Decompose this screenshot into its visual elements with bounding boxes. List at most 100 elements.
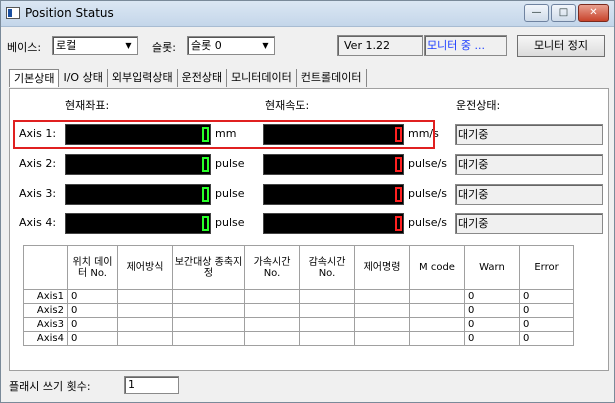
speed-display: [263, 154, 404, 175]
base-select-value: 로컬: [56, 39, 77, 52]
tab-basic-status[interactable]: 기본상태: [9, 69, 60, 87]
column-header: Warn: [464, 245, 520, 290]
monitor-status: 모니터 중 ...: [424, 35, 507, 56]
axis-label: Axis 3:: [19, 187, 57, 200]
column-header: M code: [409, 245, 465, 290]
row-header: Axis4: [23, 331, 68, 346]
position-display: [65, 213, 211, 234]
tab-external-input[interactable]: 외부입력상태: [108, 69, 178, 87]
table-row[interactable]: Axis3 0 0 0: [23, 317, 574, 332]
table-cell: 0: [464, 317, 520, 332]
table-cell: 0: [519, 289, 574, 304]
speed-unit: pulse/s: [408, 216, 447, 229]
close-button[interactable]: ✕: [578, 4, 609, 22]
tab-run-status[interactable]: 운전상태: [178, 69, 228, 87]
position-display: [65, 154, 211, 175]
table-cell: [409, 303, 465, 318]
table-cell: [117, 317, 173, 332]
window-title: Position Status: [25, 6, 114, 20]
table-row[interactable]: Axis1 0 0 0: [23, 289, 574, 304]
row-header: Axis2: [23, 303, 68, 318]
digit-glyph: [395, 187, 402, 202]
speed-header: 현재속도:: [265, 99, 310, 112]
digit-glyph: [395, 157, 402, 172]
run-state-field: 대기중: [455, 154, 603, 175]
position-display: [65, 184, 211, 205]
table-cell: [117, 303, 173, 318]
run-state-header: 운전상태:: [456, 99, 501, 112]
table-cell: [172, 317, 245, 332]
table-cell: [244, 331, 300, 346]
table-cell: [117, 289, 173, 304]
maximize-button[interactable]: □: [551, 4, 576, 22]
column-header: Error: [519, 245, 574, 290]
app-icon: [6, 7, 20, 19]
column-header: 감속시간 No.: [299, 245, 355, 290]
table-cell: [354, 317, 410, 332]
column-header: 제어명령: [354, 245, 410, 290]
axis1-highlight-box: [13, 120, 435, 149]
base-select[interactable]: 로컬 ▼: [52, 36, 138, 55]
column-header: 제어방식: [117, 245, 173, 290]
axis-data-table: 위치 데이터 No. 제어방식 보간대상 종축지정 가속시간 No. 감속시간 …: [23, 245, 574, 346]
table-row[interactable]: Axis4 0 0 0: [23, 331, 574, 346]
axis-label: Axis 2:: [19, 157, 57, 170]
monitor-stop-button[interactable]: 모니터 정지: [517, 35, 605, 57]
chevron-down-icon: ▼: [125, 41, 132, 50]
table-cell: [172, 303, 245, 318]
base-label: 베이스:: [7, 41, 42, 54]
table-cell: [354, 331, 410, 346]
table-cell: [409, 289, 465, 304]
title-bar[interactable]: Position Status — □ ✕: [1, 1, 614, 27]
table-cell: [117, 331, 173, 346]
table-row[interactable]: Axis2 0 0 0: [23, 303, 574, 318]
position-unit: pulse: [215, 157, 245, 170]
slot-select[interactable]: 슬롯 0 ▼: [187, 36, 275, 55]
position-unit: pulse: [215, 216, 245, 229]
table-cell: [244, 317, 300, 332]
tab-bar: 기본상태 I/O 상태 외부입력상태 운전상태 모니터데이터 컨트롤데이터: [9, 69, 367, 89]
table-cell: [299, 331, 355, 346]
slot-label: 슬롯:: [152, 41, 176, 54]
run-state-field: 대기중: [455, 213, 603, 234]
table-cell: [409, 331, 465, 346]
digit-glyph: [202, 187, 209, 202]
axis-row: Axis 3: pulse pulse/s 대기중: [13, 184, 603, 206]
speed-display: [263, 184, 404, 205]
flash-write-count-label: 플래시 쓰기 횟수:: [9, 380, 91, 393]
position-header: 현재좌표:: [65, 99, 110, 112]
digit-glyph: [202, 157, 209, 172]
table-cell: [299, 303, 355, 318]
table-cell: 0: [67, 331, 118, 346]
table-cell: [409, 317, 465, 332]
table-cell: [172, 331, 245, 346]
table-cell: [244, 303, 300, 318]
version-display: Ver 1.22: [337, 35, 423, 56]
table-cell: [354, 303, 410, 318]
minimize-button[interactable]: —: [524, 4, 549, 22]
speed-display: [263, 213, 404, 234]
position-status-window: Position Status — □ ✕ 베이스: 로컬 ▼ 슬롯: 슬롯 0…: [0, 0, 615, 403]
row-header: Axis1: [23, 289, 68, 304]
tab-io-status[interactable]: I/O 상태: [59, 69, 108, 87]
table-cell: [299, 289, 355, 304]
table-cell: 0: [519, 331, 574, 346]
digit-glyph: [202, 216, 209, 231]
table-cell: 0: [67, 317, 118, 332]
axis-row: Axis 2: pulse pulse/s 대기중: [13, 154, 603, 176]
table-cell: [172, 289, 245, 304]
table-cell: 0: [464, 289, 520, 304]
tab-monitor-data[interactable]: 모니터데이터: [227, 69, 297, 87]
corner-header: [23, 245, 68, 290]
axis-row: Axis 4: pulse pulse/s 대기중: [13, 213, 603, 235]
tab-control-data[interactable]: 컨트롤데이터: [297, 69, 367, 87]
speed-unit: pulse/s: [408, 187, 447, 200]
chevron-down-icon: ▼: [262, 41, 269, 50]
slot-select-value: 슬롯 0: [191, 39, 222, 52]
table-cell: 0: [464, 331, 520, 346]
flash-write-count-field: 1: [124, 376, 179, 394]
column-header: 위치 데이터 No.: [67, 245, 118, 290]
speed-unit: pulse/s: [408, 157, 447, 170]
table-cell: [244, 289, 300, 304]
table-cell: 0: [67, 303, 118, 318]
